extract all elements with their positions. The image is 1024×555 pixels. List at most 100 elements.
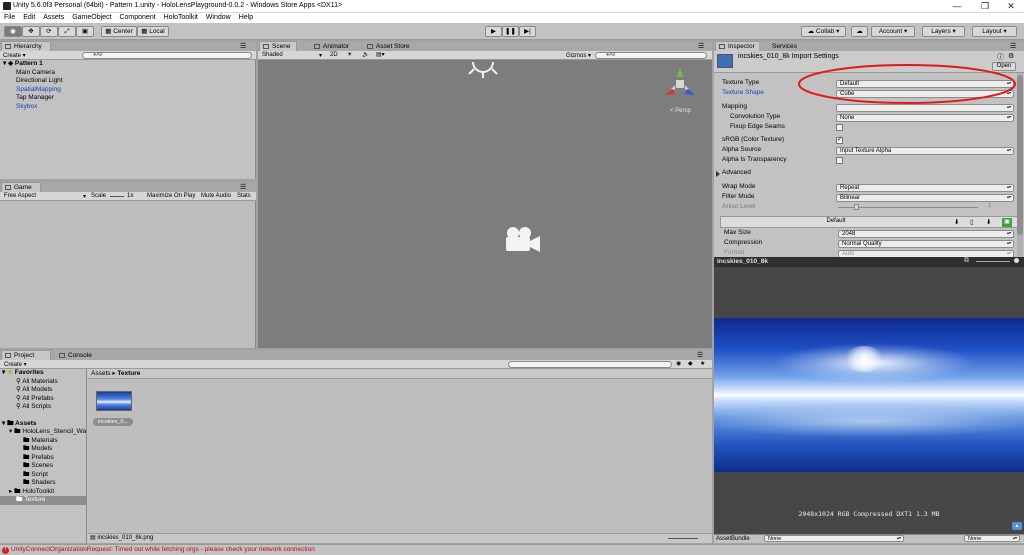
gizmos-dropdown[interactable]: Gizmos ▾: [566, 52, 591, 59]
pivot-local-toggle[interactable]: ▦ Local: [137, 26, 169, 37]
minimize-button[interactable]: —: [944, 0, 970, 13]
scene-view[interactable]: < Persp: [258, 60, 712, 348]
pivot-center-toggle[interactable]: ▦ Center: [101, 26, 137, 37]
panel-menu-icon[interactable]: ☰: [240, 42, 246, 50]
platform-windows-store-icon[interactable]: ▣: [1002, 218, 1012, 227]
account-dropdown[interactable]: Account ▾: [871, 26, 915, 37]
tab-services[interactable]: Services: [759, 41, 805, 51]
status-message[interactable]: UnityConnectOrganizationRequest: Timed o…: [11, 546, 315, 553]
tab-game[interactable]: Game: [1, 182, 41, 192]
filter-by-type-icon[interactable]: ◉: [676, 360, 681, 367]
preview-mip-slider[interactable]: [976, 261, 1010, 262]
favorites-row[interactable]: ▾ ★ Favorites: [0, 369, 86, 378]
menu-window[interactable]: Window: [206, 13, 231, 23]
hierarchy-item-tap-manager[interactable]: Tap Manager: [0, 94, 256, 103]
preview-drag-icon[interactable]: ▲: [1012, 522, 1022, 530]
inspector-scrollbar[interactable]: [1017, 73, 1023, 257]
move-tool-button[interactable]: ✥: [22, 26, 40, 37]
max-size-dropdown[interactable]: 2048: [838, 230, 1014, 238]
aspect-dropdown[interactable]: Free Aspect ▾: [4, 193, 86, 200]
maximize-button[interactable]: ❐: [972, 0, 998, 13]
folder-holotoolkit[interactable]: ▸ 🖿 HoloToolkit: [0, 488, 86, 497]
pause-button[interactable]: ❚❚: [502, 26, 519, 37]
folder-materials[interactable]: 🖿 Materials: [0, 437, 86, 446]
game-view[interactable]: [0, 201, 255, 348]
mapping-dropdown[interactable]: [836, 104, 1014, 112]
settings-gear-icon[interactable]: ⚙: [1008, 52, 1014, 60]
advanced-foldout-label[interactable]: Advanced: [722, 168, 751, 178]
alpha-transparency-checkbox[interactable]: [836, 157, 843, 164]
tab-asset-store[interactable]: Asset Store: [363, 41, 423, 51]
scene-panel-menu-icon[interactable]: ☰: [698, 42, 704, 50]
hand-tool-button[interactable]: ◉: [4, 26, 22, 37]
assetbundle-name-dropdown[interactable]: None: [764, 535, 904, 542]
favorite-all-materials[interactable]: ⚲ All Materials: [0, 378, 86, 387]
thumbnail-size-slider[interactable]: [668, 538, 698, 539]
close-button[interactable]: ✕: [998, 0, 1024, 13]
hierarchy-create-button[interactable]: Create ▾: [3, 52, 26, 59]
folder-holotens-stencil[interactable]: ▾ 🖿 HoloLens_Stencil_Wa: [0, 428, 86, 437]
2d-toggle[interactable]: 2D: [330, 52, 338, 58]
assets-root-row[interactable]: ▾ 🖿 Assets: [0, 420, 86, 429]
game-panel-menu-icon[interactable]: ☰: [240, 183, 246, 191]
platform-mobile-icon[interactable]: ▯: [970, 218, 974, 226]
project-panel-menu-icon[interactable]: ☰: [697, 351, 703, 359]
alpha-source-dropdown[interactable]: Input Texture Alpha: [836, 147, 1014, 155]
tab-inspector[interactable]: Inspector: [715, 41, 763, 51]
tab-project[interactable]: Project: [1, 350, 51, 360]
platform-standalone-icon[interactable]: ⬇: [954, 218, 959, 226]
menu-edit[interactable]: Edit: [23, 13, 35, 23]
aniso-slider-thumb[interactable]: [854, 204, 859, 210]
preview-slider-knob-icon[interactable]: [1014, 258, 1019, 263]
tab-scene[interactable]: Scene: [259, 41, 297, 51]
folder-texture[interactable]: 🖿 Texture: [0, 496, 86, 505]
tab-hierarchy[interactable]: Hierarchy: [1, 41, 51, 51]
project-search-input[interactable]: [508, 361, 672, 368]
folder-shaders[interactable]: 🖿 Shaders: [0, 479, 86, 488]
texture-thumb-label[interactable]: incskies_0...: [93, 418, 133, 426]
folder-scenes[interactable]: 🖿 Scenes: [0, 462, 86, 471]
rotate-tool-button[interactable]: ⟳: [40, 26, 58, 37]
folder-models[interactable]: 🖿 Models: [0, 445, 86, 454]
tab-console[interactable]: Console: [55, 350, 105, 360]
menu-help[interactable]: Help: [239, 13, 253, 23]
wrap-mode-dropdown[interactable]: Repeat: [836, 184, 1014, 192]
play-button[interactable]: ▶: [485, 26, 502, 37]
platform-download-icon[interactable]: ⬇: [986, 218, 991, 226]
favorite-all-models[interactable]: ⚲ All Models: [0, 386, 86, 395]
breadcrumb-assets[interactable]: Assets: [91, 370, 111, 377]
hierarchy-item-directional-light[interactable]: Directional Light: [0, 77, 256, 86]
hierarchy-item-spatial-mapping[interactable]: SpatialMapping: [0, 86, 256, 95]
menu-holotoolkit[interactable]: HoloToolkit: [164, 13, 198, 23]
collab-button[interactable]: ☁ Collab ▾: [801, 26, 846, 37]
lighting-toggle-icon[interactable]: ☀: [347, 51, 352, 58]
texture-thumbnail[interactable]: [96, 391, 132, 411]
layers-dropdown[interactable]: Layers ▾: [922, 26, 965, 37]
maximize-on-play-toggle[interactable]: Maximize On Play: [147, 193, 195, 199]
effects-toggle-icon[interactable]: ▤▾: [376, 51, 385, 58]
hierarchy-search-input[interactable]: ●All: [82, 52, 252, 59]
folder-prefabs[interactable]: 🖿 Prefabs: [0, 454, 86, 463]
cloud-services-button[interactable]: ☁: [851, 26, 868, 37]
layout-dropdown[interactable]: Layout ▾: [972, 26, 1017, 37]
preview-mode-icon[interactable]: ⧉: [964, 257, 969, 265]
scene-row[interactable]: ▾ ◈ Pattern 1: [0, 60, 256, 69]
menu-gameobject[interactable]: GameObject: [72, 13, 111, 23]
scene-search-input[interactable]: ●All: [595, 52, 707, 59]
mute-audio-toggle[interactable]: Mute Audio: [201, 193, 231, 199]
assetbundle-variant-dropdown[interactable]: None: [964, 535, 1020, 542]
menu-file[interactable]: File: [4, 13, 15, 23]
folder-script[interactable]: 🖿 Script: [0, 471, 86, 480]
convolution-type-dropdown[interactable]: None: [836, 114, 1014, 122]
fixup-edge-seams-checkbox[interactable]: [836, 124, 843, 131]
project-create-button[interactable]: Create ▾: [4, 361, 27, 368]
advanced-foldout-icon[interactable]: [716, 171, 720, 177]
inspector-scroll-thumb[interactable]: [1017, 75, 1023, 235]
scale-tool-button[interactable]: ⤢: [58, 26, 76, 37]
filter-by-label-icon[interactable]: ◆: [688, 360, 693, 367]
menu-assets[interactable]: Assets: [43, 13, 64, 23]
rect-tool-button[interactable]: ▣: [76, 26, 94, 37]
hierarchy-item-main-camera[interactable]: Main Camera: [0, 69, 256, 78]
filter-mode-dropdown[interactable]: Bilinear: [836, 194, 1014, 202]
aniso-level-slider[interactable]: [838, 207, 978, 208]
